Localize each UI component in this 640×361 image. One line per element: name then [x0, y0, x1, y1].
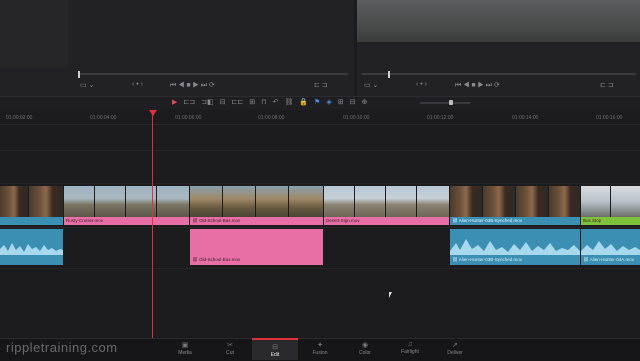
- detail-zoom-icon[interactable]: ⊟: [350, 98, 356, 106]
- overwrite-clip-icon[interactable]: ⊞: [249, 98, 255, 106]
- page-tab-deliver[interactable]: ➚ Deliver: [432, 338, 478, 360]
- color-page-icon: ◉: [361, 342, 369, 349]
- source-jog-icon[interactable]: ‹ • ›: [132, 81, 143, 88]
- video-clip-label[interactable]: Desert-Sign.mov: [324, 217, 449, 225]
- source-in-out-icons[interactable]: ⊏ ⊐: [314, 81, 328, 89]
- timeline-in-out-icons[interactable]: ⊏ ⊐: [600, 81, 614, 89]
- video-clip-desert-sign[interactable]: [324, 186, 449, 217]
- video-clip-alien-hunter[interactable]: [0, 186, 63, 217]
- zoom-slider-handle[interactable]: [449, 100, 453, 105]
- page-tab-label: Deliver: [447, 350, 463, 356]
- timecode-label: 01:00:10:00: [343, 115, 370, 121]
- timecode-label: 01:00:04:00: [90, 115, 117, 121]
- timeline-scrub-head[interactable]: [388, 71, 390, 78]
- zoom-slider[interactable]: [420, 102, 470, 104]
- marker-icon[interactable]: ◈: [326, 98, 331, 106]
- video-clip-bus-stop[interactable]: [581, 186, 640, 217]
- source-transport-controls[interactable]: ⏮ ◀ ■ ▶ ⏭ ⟳: [170, 81, 215, 90]
- fusion-page-icon: ✦: [317, 342, 323, 349]
- timeline-jog-icon[interactable]: ‹ • ›: [416, 81, 427, 88]
- video-clip-old-school-bus[interactable]: [190, 186, 323, 217]
- trim-tool-icon[interactable]: ⊏⊐: [183, 98, 195, 106]
- video-clip-rusty-cruiser[interactable]: [64, 186, 189, 217]
- replace-clip-icon[interactable]: ⊓: [261, 98, 266, 106]
- video-clip-label[interactable]: Rusty-Cruiser.mov: [64, 217, 189, 225]
- flag-icon[interactable]: ⚑: [314, 98, 320, 106]
- snapping-icon[interactable]: ↶: [273, 98, 279, 106]
- custom-zoom-icon[interactable]: ⊕: [361, 98, 367, 106]
- video-clip-label[interactable]: Bus Stop: [581, 217, 640, 225]
- video-clip-label[interactable]: [0, 217, 63, 225]
- audio-clip-label[interactable]: ⛓ Alien-Hunter-04A.mov: [583, 257, 634, 263]
- edit-tools-group: ▶ ⊏⊐ ⊐◧ ⊟ ⊏⊏ ⊞ ⊓ ↶ ⛓ 🔒 ⚑ ◈ ⊞ ⊟ ⊕: [172, 98, 367, 106]
- dynamic-trim-icon[interactable]: ⊐◧: [201, 98, 213, 106]
- audio-clip-old-school-bus[interactable]: ⛓ Old-School-Bus.mov: [190, 229, 323, 265]
- track-divider: [0, 183, 640, 184]
- page-tab-label: Fusion: [312, 350, 328, 356]
- linked-selection-icon[interactable]: ⛓: [284, 98, 293, 106]
- audio-clip-alien-hunter-04a[interactable]: ⛓ Alien-Hunter-04A.mov: [581, 229, 640, 265]
- audio-clip-alien-hunter-03b[interactable]: ⛓ Alien-Hunter-03B-Synched.mov: [450, 229, 580, 265]
- program-viewer-image: [357, 0, 640, 42]
- page-tab-fairlight[interactable]: ♫ Fairlight: [387, 338, 433, 360]
- timecode-label: 01:00:06:00: [175, 115, 202, 121]
- media-page-icon: ▣: [181, 342, 189, 349]
- mouse-cursor-icon: [389, 292, 392, 298]
- source-viewer-options-icon[interactable]: ▭ ⌄: [80, 81, 94, 89]
- page-tab-media[interactable]: ▣ Media: [162, 338, 208, 360]
- page-tab-cut[interactable]: ✂ Cut: [207, 338, 253, 360]
- blade-tool-icon[interactable]: ⊟: [220, 98, 226, 106]
- timecode-label: 01:00:14:00: [512, 115, 539, 121]
- video-clip-alien-hunter-03b[interactable]: [450, 186, 580, 217]
- timeline-viewer-options-icon[interactable]: ▭ ⌄: [364, 81, 378, 89]
- timeline-scrub-bar[interactable]: [362, 73, 636, 75]
- edit-page-icon: ⊟: [272, 344, 278, 351]
- page-tab-label: Media: [178, 350, 192, 356]
- cut-page-icon: ✂: [227, 342, 233, 349]
- fairlight-page-icon: ♫: [407, 341, 413, 348]
- timecode-label: 01:00:16:00: [596, 115, 623, 121]
- page-tab-label: Fairlight: [401, 349, 419, 355]
- video-clip-label[interactable]: ⛓ Alien-Hunter-03B-Synched.mov: [450, 217, 580, 225]
- page-tab-color[interactable]: ◉ Color: [342, 338, 388, 360]
- page-tab-label: Cut: [226, 350, 234, 356]
- source-viewer-image: [0, 0, 68, 68]
- insert-clip-icon[interactable]: ⊏⊏: [231, 98, 243, 106]
- source-scrub-bar[interactable]: [78, 73, 348, 75]
- audio-clip-alien-hunter[interactable]: [0, 229, 63, 265]
- page-tab-label: Edit: [270, 352, 280, 358]
- timecode-label: 01:00:12:00: [427, 115, 454, 121]
- track-divider: [0, 227, 640, 228]
- track-divider: [0, 150, 640, 151]
- position-lock-icon[interactable]: 🔒: [299, 98, 308, 106]
- playhead[interactable]: [152, 112, 153, 338]
- page-tab-edit[interactable]: ⊟ Edit: [252, 338, 298, 360]
- playhead-handle[interactable]: [149, 110, 157, 116]
- audio-waveform: [0, 243, 63, 255]
- source-scrub-head[interactable]: [78, 71, 80, 78]
- audio-clip-label[interactable]: ⛓ Alien-Hunter-03B-Synched.mov: [452, 257, 522, 263]
- full-extent-zoom-icon[interactable]: ⊞: [338, 98, 344, 106]
- watermark: rippletraining.com: [6, 340, 118, 355]
- deliver-page-icon: ➚: [452, 342, 458, 349]
- track-divider: [0, 268, 640, 269]
- selection-tool-icon[interactable]: ▶: [172, 98, 177, 106]
- page-tab-fusion[interactable]: ✦ Fusion: [297, 338, 343, 360]
- audio-clip-label[interactable]: ⛓ Old-School-Bus.mov: [192, 257, 240, 263]
- page-tab-label: Color: [359, 350, 371, 356]
- timecode-label: 01:00:08:00: [258, 115, 285, 121]
- video-clip-label[interactable]: ⛓ Old-School-Bus.mov: [190, 217, 323, 225]
- timecode-label: 01:00:02:00: [6, 115, 33, 121]
- timeline-transport-controls[interactable]: ⏮ ◀ ■ ▶ ⏭ ⟳: [455, 81, 500, 90]
